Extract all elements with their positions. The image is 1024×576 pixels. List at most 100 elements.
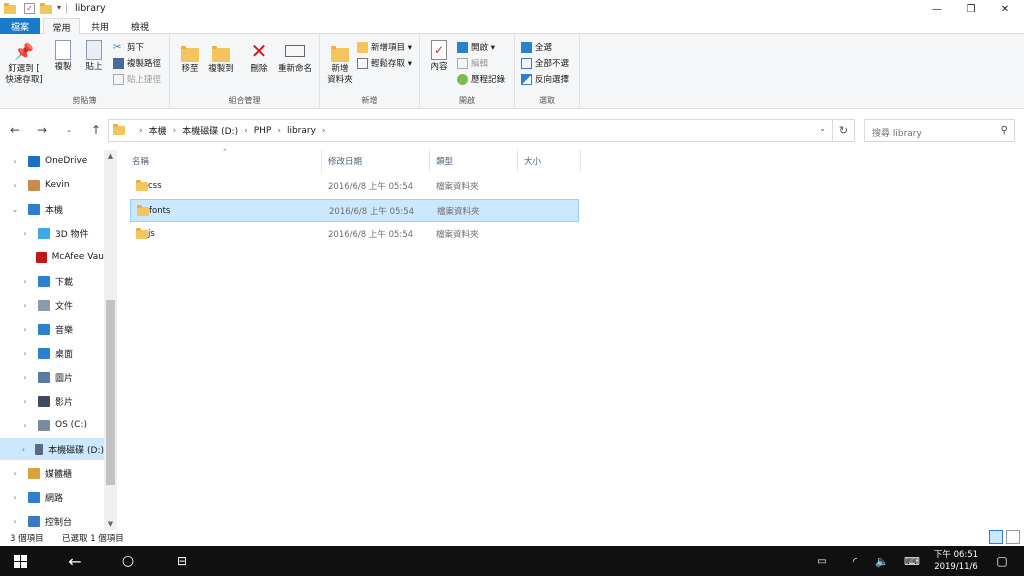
tab-file[interactable]: 檔案	[0, 18, 40, 34]
copy-to-button[interactable]: 複製到	[205, 40, 237, 75]
nav-scrollbar[interactable]: ▲ ▼	[104, 150, 117, 530]
breadcrumb-this-pc[interactable]: 本機	[149, 124, 167, 137]
nav-item[interactable]: › 本機磁碟 (D:)	[0, 438, 104, 460]
maximize-button[interactable]: ❐	[954, 0, 988, 18]
column-header-type[interactable]: 類型	[436, 150, 516, 172]
easy-access-button[interactable]: 輕鬆存取 ▾	[357, 56, 412, 70]
nav-item[interactable]: › 圖片	[0, 366, 104, 388]
tab-share[interactable]: 共用	[82, 18, 118, 34]
table-row[interactable]: fonts 2016/6/8 上午 05:54 檔案資料夾	[130, 199, 579, 222]
column-header-modified[interactable]: 修改日期	[328, 150, 428, 172]
notifications-icon[interactable]: ▢	[992, 546, 1012, 576]
chevron-down-icon[interactable]: ⌄	[10, 205, 20, 214]
open-button[interactable]: 開啟 ▾	[457, 40, 495, 54]
delete-button[interactable]: ✕ 刪除	[243, 40, 275, 75]
volume-icon[interactable]: 🔈	[872, 546, 892, 576]
scroll-up-arrow[interactable]: ▲	[104, 152, 117, 160]
nav-item[interactable]: › 下載	[0, 270, 104, 292]
large-icons-view-button[interactable]	[1006, 530, 1020, 544]
select-none-button[interactable]: 全部不選	[521, 56, 569, 70]
new-folder-button[interactable]: 新增 資料夾	[323, 40, 357, 86]
details-view-button[interactable]	[989, 530, 1003, 544]
nav-item[interactable]: › 網路	[0, 486, 104, 508]
clock[interactable]: 下午 06:51 2019/11/6	[932, 549, 980, 573]
nav-item[interactable]: › 影片	[0, 390, 104, 412]
scroll-down-arrow[interactable]: ▼	[104, 520, 117, 528]
nav-item-label: 網路	[45, 493, 64, 504]
new-folder-quick-access-icon[interactable]	[40, 3, 52, 14]
breadcrumb-library[interactable]: library	[287, 126, 316, 136]
properties-quick-access-icon[interactable]: ✓	[24, 3, 35, 14]
nav-item[interactable]: › 3D 物件	[0, 222, 104, 244]
nav-item[interactable]: › 文件	[0, 294, 104, 316]
chevron-right-icon[interactable]: ›	[10, 181, 20, 190]
chevron-right-icon[interactable]: ›	[20, 277, 30, 286]
minimize-button[interactable]: —	[920, 0, 954, 18]
tab-view[interactable]: 檢視	[120, 18, 160, 34]
ribbon: 📌 釘選到 [ 快速存取] 複製 貼上 ✂ 剪下 複製路徑 貼上捷徑 剪貼簿 移至	[0, 34, 1024, 109]
nav-item[interactable]: › OneDrive	[0, 150, 104, 172]
cut-button[interactable]: ✂ 剪下	[113, 40, 144, 54]
breadcrumb-php[interactable]: PHP	[254, 126, 272, 136]
chevron-right-icon[interactable]: ›	[20, 301, 30, 310]
start-button[interactable]	[10, 546, 30, 576]
move-to-button[interactable]: 移至	[174, 40, 206, 75]
address-dropdown-button[interactable]: ⌄	[819, 124, 826, 133]
table-row[interactable]: css 2016/6/8 上午 05:54 檔案資料夾	[130, 175, 579, 198]
task-view-icon[interactable]: ⊟	[170, 546, 194, 576]
forward-button[interactable]: →	[33, 121, 51, 139]
edit-button[interactable]: 編輯	[457, 56, 488, 70]
chevron-right-icon[interactable]: ›	[10, 493, 20, 502]
back-button[interactable]: ←	[6, 121, 24, 139]
nav-item[interactable]: McAfee Vau	[0, 246, 104, 268]
nav-item[interactable]: › 媒體櫃	[0, 462, 104, 484]
keyboard-icon[interactable]: ⌨	[902, 546, 922, 576]
chevron-right-icon[interactable]: ›	[20, 349, 30, 358]
tab-home[interactable]: 常用	[43, 18, 80, 35]
refresh-button[interactable]: ↻	[833, 119, 855, 142]
recent-locations-button[interactable]: ⌄	[60, 121, 78, 139]
invert-selection-button[interactable]: 反向選擇	[521, 72, 569, 86]
search-taskbar-icon[interactable]: ○	[116, 546, 140, 576]
chevron-right-icon[interactable]: ›	[20, 229, 30, 238]
address-bar[interactable]: › 本機 › 本機磁碟 (D:) › PHP › library › ⌄	[108, 119, 833, 142]
nav-item[interactable]: › OS (C:)	[0, 414, 104, 436]
nav-item[interactable]: ⌄ 本機	[0, 198, 104, 220]
chevron-right-icon[interactable]: ›	[20, 373, 30, 382]
chevron-right-icon[interactable]: ›	[10, 469, 20, 478]
nav-item[interactable]: › 桌面	[0, 342, 104, 364]
copy-button[interactable]: 複製	[47, 40, 79, 73]
nav-item[interactable]: › 音樂	[0, 318, 104, 340]
copy-path-button[interactable]: 複製路徑	[113, 56, 161, 70]
paste-shortcut-button[interactable]: 貼上捷徑	[113, 72, 161, 86]
drive-icon	[38, 419, 50, 431]
column-header-name[interactable]: 名稱	[132, 150, 322, 172]
select-all-button[interactable]: 全選	[521, 40, 552, 54]
chevron-right-icon[interactable]: ›	[10, 157, 20, 166]
nav-item[interactable]: › Kevin	[0, 174, 104, 196]
address-row: ← → ⌄ ↑ › 本機 › 本機磁碟 (D:) › PHP › library…	[0, 117, 1024, 143]
scrollbar-thumb[interactable]	[106, 300, 115, 485]
column-header-size[interactable]: 大小	[524, 150, 574, 172]
back-nav-icon[interactable]: ←	[60, 546, 90, 576]
table-row[interactable]: js 2016/6/8 上午 05:54 檔案資料夾	[130, 223, 579, 246]
battery-icon[interactable]: ▭	[812, 546, 832, 576]
rename-button[interactable]: 重新命名	[274, 40, 316, 75]
chevron-right-icon[interactable]: ›	[20, 421, 30, 430]
title-bar: ✓ ▾ library — ❐ ✕	[0, 0, 1024, 18]
paste-button[interactable]: 貼上	[78, 40, 110, 73]
chevron-right-icon[interactable]: ›	[20, 325, 30, 334]
new-item-button[interactable]: 新增項目 ▾	[357, 40, 412, 54]
search-input[interactable]: 搜尋 library ⚲	[864, 119, 1015, 142]
history-button[interactable]: 歷程記錄	[457, 72, 505, 86]
chevron-right-icon[interactable]: ›	[10, 517, 20, 526]
pin-quick-access-button[interactable]: 📌 釘選到 [ 快速存取]	[4, 40, 44, 86]
chevron-right-icon[interactable]: ›	[20, 397, 30, 406]
wifi-icon[interactable]: ◜	[845, 546, 865, 576]
close-button[interactable]: ✕	[988, 0, 1022, 18]
chevron-right-icon[interactable]: ›	[20, 445, 27, 454]
up-button[interactable]: ↑	[87, 121, 105, 139]
breadcrumb-drive-d[interactable]: 本機磁碟 (D:)	[182, 124, 238, 137]
properties-button[interactable]: ✓ 內容	[424, 40, 454, 73]
cloud-icon	[28, 155, 40, 167]
